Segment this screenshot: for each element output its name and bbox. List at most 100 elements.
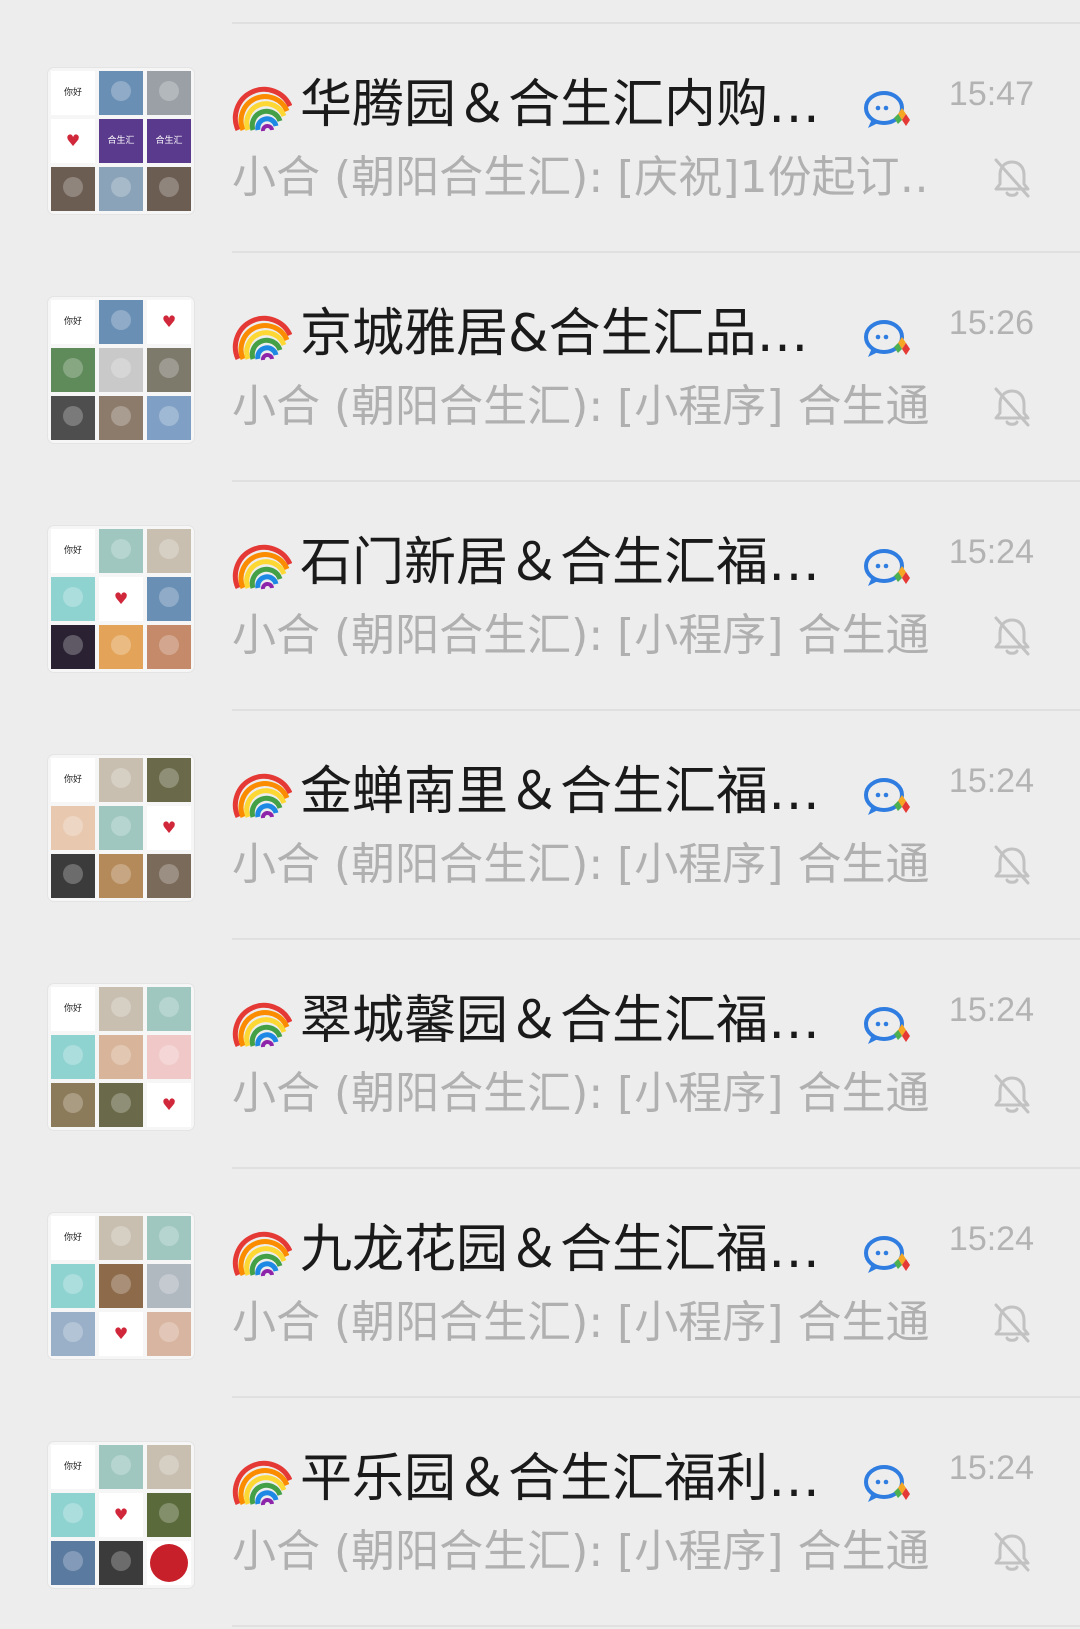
member-photo [51,625,95,669]
chat-row[interactable]: 你好 ♥ 金蝉南里＆合生汇福… 15:24 小合 (朝阳合生汇): [小程序] 合… [0,711,1080,940]
heart-icon: ♥ [147,300,191,344]
heart-icon: ♥ [51,119,95,163]
rainbow-icon [232,1231,292,1277]
heart-icon: ♥ [99,1493,143,1537]
group-avatar[interactable]: 你好 ♥ [48,984,194,1130]
member-photo [147,758,191,802]
chat-bubble-icon [864,320,910,357]
member-photo [147,1216,191,1260]
last-message-preview: 小合 (朝阳合生汇): [庆祝]1份起订… [232,152,932,203]
heart-icon: ♥ [99,577,143,621]
red-seal-avatar [147,1541,191,1585]
last-message-preview: 小合 (朝阳合生汇): [小程序] 合生通 [232,1297,930,1348]
brand-logo-avatar: 合生汇 [147,119,191,163]
avatar-sticker: 你好 [51,987,95,1031]
chat-bubble-icon [864,549,910,586]
chat-title: 九龙花园＆合生汇福… [300,1220,821,1280]
member-photo [51,1493,95,1537]
group-avatar[interactable]: 你好 ♥ [48,1213,194,1359]
group-avatar[interactable]: 你好 ♥ [48,755,194,901]
chat-bubble-icon [864,778,910,815]
chat-bubble-icon [864,1007,910,1044]
rainbow-icon [232,544,292,590]
chat-time: 15:47 [948,75,1034,113]
chat-row[interactable]: 你好 ♥ 京城雅居&合生汇品… 15:26 小合 (朝阳合生汇): [小程序] 合… [0,253,1080,482]
member-photo [99,625,143,669]
rainbow-icon [232,1002,292,1048]
chat-title: 华腾园＆合生汇内购… [300,75,821,135]
row-divider [232,1625,1080,1627]
chat-bubble-icon [864,91,910,128]
avatar-sticker-text: 你好 [63,317,82,327]
chat-row[interactable]: 你好 ♥ 石门新居＆合生汇福… 15:24 小合 (朝阳合生汇): [小程序] 合… [0,482,1080,711]
member-photo [99,71,143,115]
avatar-sticker: 你好 [51,529,95,573]
member-photo [147,348,191,392]
member-photo [99,1035,143,1079]
mute-bell-icon [994,387,1030,427]
member-photo [147,167,191,211]
avatar-sticker-text: 你好 [63,1004,82,1014]
rainbow-icon [232,1460,292,1506]
chat-row[interactable]: 你好 ♥ 平乐园＆合生汇福利… 15:24 小合 (朝阳合生汇): [小程序] 合… [0,1398,1080,1627]
rainbow-icon [232,773,292,819]
chat-title: 京城雅居&合生汇品… [300,304,809,364]
member-photo [147,396,191,440]
group-avatar[interactable]: 你好 ♥ [48,526,194,672]
chat-title: 金蝉南里＆合生汇福… [300,762,821,822]
mute-bell-icon [994,845,1030,885]
chat-time: 15:24 [948,533,1034,571]
member-photo [99,396,143,440]
member-photo [147,1493,191,1537]
member-photo [51,1541,95,1585]
rainbow-icon [232,86,292,132]
member-photo [99,854,143,898]
group-avatar[interactable]: 你好 ♥ 合生汇 合生汇 [48,68,194,214]
member-photo [147,529,191,573]
group-avatar[interactable]: 你好 ♥ [48,1442,194,1588]
heart-icon: ♥ [147,806,191,850]
chat-time: 15:26 [948,304,1034,342]
last-message-preview: 小合 (朝阳合生汇): [小程序] 合生通 [232,1526,930,1577]
member-photo [99,1445,143,1489]
chat-row[interactable]: 你好 ♥ 翠城馨园＆合生汇福… 15:24 小合 (朝阳合生汇): [小程序] 合… [0,940,1080,1169]
member-photo [147,625,191,669]
member-photo [99,1264,143,1308]
member-photo [51,806,95,850]
chat-row[interactable]: 你好 ♥ 合生汇 合生汇 华腾园＆合生汇内购… 15:47 小合 (朝阳合生汇): [… [0,24,1080,253]
member-photo [147,577,191,621]
member-photo [147,1035,191,1079]
chat-time: 15:24 [948,1449,1034,1487]
member-photo [99,806,143,850]
last-message-preview: 小合 (朝阳合生汇): [小程序] 合生通 [232,1068,930,1119]
member-photo [51,396,95,440]
mute-bell-icon [994,1303,1030,1343]
heart-icon: ♥ [147,1083,191,1127]
chat-bubble-icon [864,1465,910,1502]
member-photo [147,1445,191,1489]
avatar-sticker: 你好 [51,1445,95,1489]
avatar-sticker-text: 你好 [63,1233,82,1243]
member-photo [147,987,191,1031]
member-photo [99,348,143,392]
member-photo [51,1312,95,1356]
chat-list: 你好 ♥ 合生汇 合生汇 华腾园＆合生汇内购… 15:47 小合 (朝阳合生汇): [… [0,24,1080,1627]
brand-logo-avatar: 合生汇 [99,119,143,163]
member-photo [99,1083,143,1127]
avatar-sticker-text: 你好 [63,775,82,785]
member-photo [99,529,143,573]
member-photo [51,1035,95,1079]
member-photo [51,577,95,621]
avatar-sticker: 你好 [51,1216,95,1260]
chat-row[interactable]: 你好 ♥ 九龙花园＆合生汇福… 15:24 小合 (朝阳合生汇): [小程序] 合… [0,1169,1080,1398]
group-avatar[interactable]: 你好 ♥ [48,297,194,443]
mute-bell-icon [994,1074,1030,1114]
member-photo [51,167,95,211]
member-photo [51,348,95,392]
avatar-sticker: 你好 [51,758,95,802]
last-message-preview: 小合 (朝阳合生汇): [小程序] 合生通 [232,610,930,661]
rainbow-icon [232,315,292,361]
chat-bubble-icon [864,1236,910,1273]
chat-time: 15:24 [948,991,1034,1029]
member-photo [51,854,95,898]
